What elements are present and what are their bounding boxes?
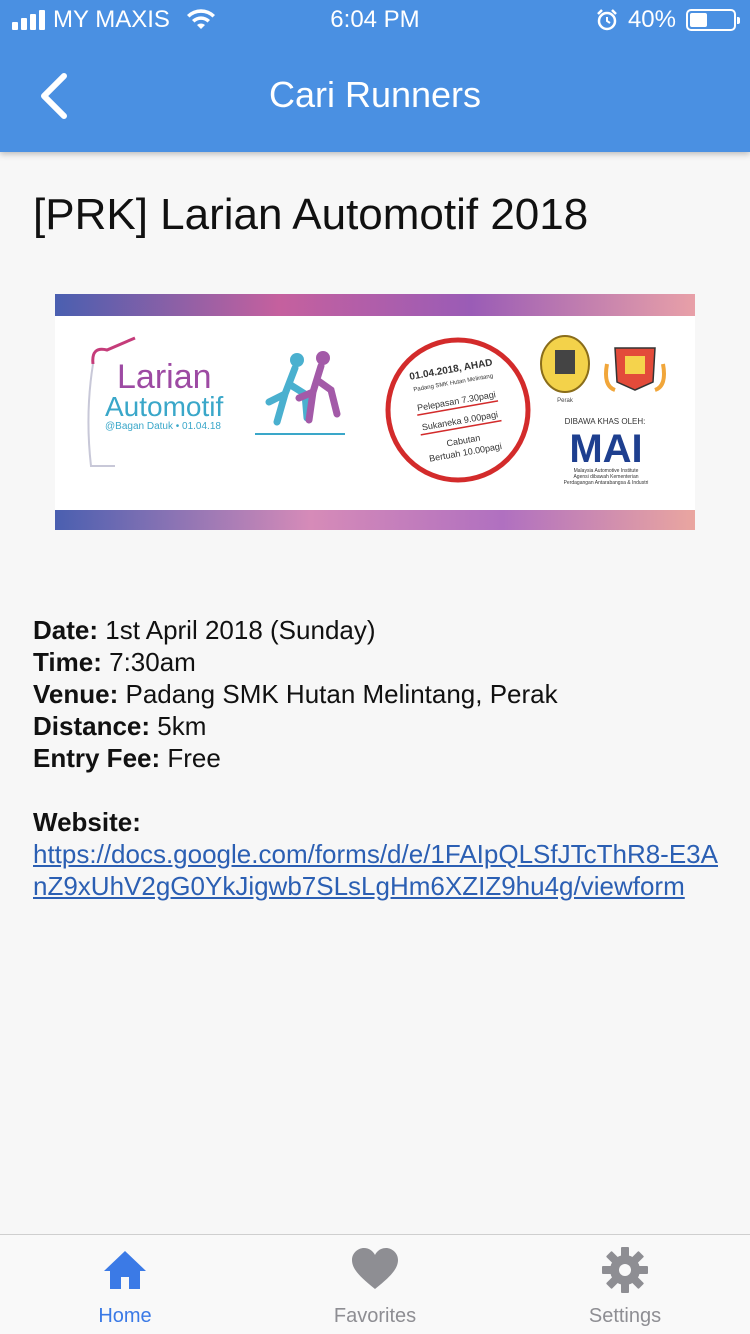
detail-entry-fee: Entry Fee: Free	[33, 742, 723, 774]
crest-caption: Perak	[557, 398, 574, 404]
banner-title-line2: Automotif	[105, 391, 223, 422]
event-details: Date: 1st April 2018 (Sunday) Time: 7:30…	[33, 614, 723, 902]
event-banner: Larian Automotif @Bagan Datuk • 01.04.18…	[55, 294, 695, 530]
detail-value: Padang SMK Hutan Melintang, Perak	[125, 679, 558, 709]
website-link[interactable]: https://docs.google.com/forms/d/e/1FAIpQ…	[33, 838, 723, 902]
header: MY MAXIS 6:04 PM 40% Cari Runners	[0, 0, 750, 152]
organizer-line3: Perdagangan Antarabangsa & Industri	[564, 480, 649, 486]
detail-value: Free	[167, 743, 221, 773]
event-detail: [PRK] Larian Automotif 2018 Larian Autom…	[0, 152, 750, 1234]
tab-settings-label: Settings	[588, 1305, 662, 1327]
gear-icon	[602, 1247, 648, 1293]
detail-label: Entry Fee:	[33, 743, 161, 773]
event-title: [PRK] Larian Automotif 2018	[33, 190, 589, 239]
battery-percent: 40%	[627, 6, 676, 33]
website-section: Website: https://docs.google.com/forms/d…	[33, 806, 723, 902]
home-icon	[104, 1251, 146, 1289]
banner-location-date: @Bagan Datuk • 01.04.18	[105, 421, 221, 432]
detail-value: 1st April 2018 (Sunday)	[105, 615, 376, 645]
heart-icon	[352, 1248, 398, 1289]
organizer-logo: MAI	[569, 427, 642, 471]
status-bar: MY MAXIS 6:04 PM 40%	[0, 0, 750, 40]
detail-value: 5km	[157, 711, 207, 741]
banner-image: Larian Automotif @Bagan Datuk • 01.04.18…	[55, 294, 695, 530]
organizer-label: DIBAWA KHAS OLEH:	[565, 417, 646, 426]
detail-label: Time:	[33, 647, 102, 677]
detail-value: 7:30am	[109, 647, 196, 677]
tab-home[interactable]: Home	[0, 1235, 250, 1334]
nav-bar: Cari Runners	[0, 40, 750, 152]
detail-date: Date: 1st April 2018 (Sunday)	[33, 614, 723, 646]
website-label: Website:	[33, 807, 141, 837]
detail-distance: Distance: 5km	[33, 710, 723, 742]
detail-label: Date:	[33, 615, 99, 645]
page-title: Cari Runners	[268, 74, 482, 115]
detail-label: Venue:	[33, 679, 119, 709]
detail-venue: Venue: Padang SMK Hutan Melintang, Perak	[33, 678, 723, 710]
tab-favorites[interactable]: Favorites	[250, 1235, 500, 1334]
tab-settings[interactable]: Settings	[500, 1235, 750, 1334]
app-screen: MY MAXIS 6:04 PM 40% Cari Runners [PRK] …	[0, 0, 750, 1334]
status-right: 40%	[596, 6, 740, 34]
detail-label: Distance:	[33, 711, 151, 741]
tab-bar: Home Favorites Settings	[0, 1234, 750, 1334]
tab-favorites-label: Favorites	[333, 1305, 417, 1327]
alarm-icon	[597, 9, 617, 31]
tab-home-label: Home	[98, 1305, 152, 1327]
detail-time: Time: 7:30am	[33, 646, 723, 678]
battery-icon	[686, 9, 740, 31]
